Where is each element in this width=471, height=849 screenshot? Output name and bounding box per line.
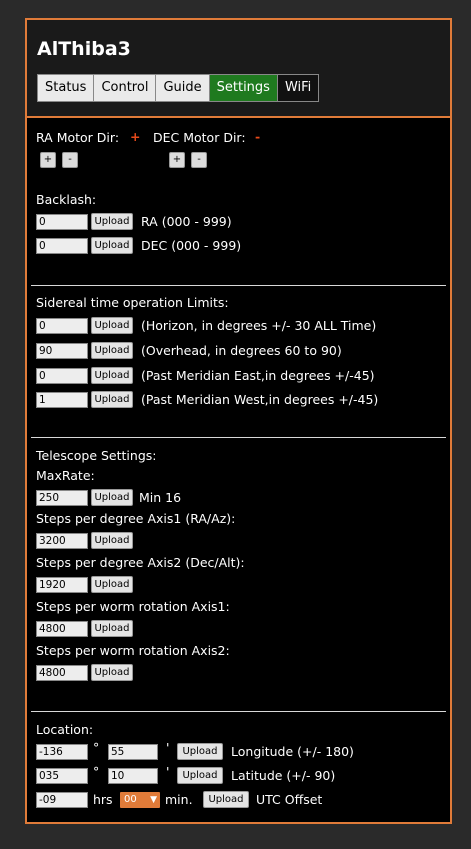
location-heading: Location: (36, 722, 94, 737)
backlash-dec-input[interactable]: 0 (36, 238, 88, 254)
utc-minutes-label: min. (165, 792, 193, 807)
utc-upload-button[interactable]: Upload (203, 791, 249, 808)
axis1-steps-upload-button[interactable]: Upload (91, 532, 133, 549)
utc-minutes-select[interactable]: 00 ▼ (120, 792, 160, 808)
ra-motor-dir-value: + (130, 129, 141, 144)
longitude-deg-input[interactable]: -136 (36, 744, 88, 760)
limit-horizon-input[interactable]: 0 (36, 318, 88, 334)
backlash-ra-upload-button[interactable]: Upload (91, 213, 133, 230)
settings-panel: RA Motor Dir: + DEC Motor Dir: - + - + -… (25, 116, 452, 824)
axis2-steps-label: Steps per degree Axis2 (Dec/Alt): (36, 555, 245, 570)
telescope-heading: Telescope Settings: (36, 448, 157, 463)
axis1-steps-label: Steps per degree Axis1 (RA/Az): (36, 511, 236, 526)
app-title: AlThiba3 (37, 38, 131, 60)
chevron-down-icon: ▼ (150, 795, 157, 805)
maxrate-upload-button[interactable]: Upload (91, 489, 133, 506)
limit-west-input[interactable]: 1 (36, 392, 88, 408)
degree-symbol: ° (93, 740, 100, 755)
limit-overhead-upload-button[interactable]: Upload (91, 342, 133, 359)
section-divider (31, 437, 446, 438)
latitude-min-input[interactable]: 10 (108, 768, 158, 784)
worm2-steps-input[interactable]: 4800 (36, 665, 88, 681)
limits-heading: Sidereal time operation Limits: (36, 295, 229, 310)
utc-hours-label: hrs (93, 792, 113, 807)
worm2-steps-upload-button[interactable]: Upload (91, 664, 133, 681)
backlash-heading: Backlash: (36, 192, 97, 207)
backlash-dec-upload-button[interactable]: Upload (91, 237, 133, 254)
limit-east-desc: (Past Meridian East,in degrees +/-45) (141, 368, 375, 383)
backlash-ra-desc: RA (000 - 999) (141, 214, 232, 229)
limit-west-upload-button[interactable]: Upload (91, 391, 133, 408)
limit-overhead-input[interactable]: 90 (36, 343, 88, 359)
limit-horizon-upload-button[interactable]: Upload (91, 317, 133, 334)
degree-symbol: ° (93, 764, 100, 779)
limit-overhead-desc: (Overhead, in degrees 60 to 90) (141, 343, 342, 358)
section-divider (31, 711, 446, 712)
longitude-upload-button[interactable]: Upload (177, 743, 223, 760)
header: AlThiba3 Status Control Guide Settings W… (25, 18, 452, 116)
worm2-steps-label: Steps per worm rotation Axis2: (36, 643, 230, 658)
limit-horizon-desc: (Horizon, in degrees +/- 30 ALL Time) (141, 318, 377, 333)
latitude-deg-input[interactable]: 035 (36, 768, 88, 784)
utc-hours-input[interactable]: -09 (36, 792, 88, 808)
utc-desc: UTC Offset (256, 792, 323, 807)
dec-dir-plus-button[interactable]: + (169, 152, 185, 168)
section-divider (31, 285, 446, 286)
maxrate-input[interactable]: 250 (36, 490, 88, 506)
latitude-desc: Latitude (+/- 90) (231, 768, 336, 783)
longitude-desc: Longitude (+/- 180) (231, 744, 354, 759)
tab-status[interactable]: Status (38, 75, 95, 101)
axis2-steps-input[interactable]: 1920 (36, 577, 88, 593)
minute-symbol: ' (166, 740, 170, 755)
worm1-steps-label: Steps per worm rotation Axis1: (36, 599, 230, 614)
tab-settings[interactable]: Settings (209, 75, 278, 101)
worm1-steps-upload-button[interactable]: Upload (91, 620, 133, 637)
dec-motor-dir-label: DEC Motor Dir: (153, 130, 246, 145)
limit-east-input[interactable]: 0 (36, 368, 88, 384)
maxrate-label: MaxRate: (36, 468, 95, 483)
limit-east-upload-button[interactable]: Upload (91, 367, 133, 384)
backlash-ra-input[interactable]: 0 (36, 214, 88, 230)
backlash-dec-desc: DEC (000 - 999) (141, 238, 242, 253)
maxrate-desc: Min 16 (139, 490, 182, 505)
tab-guide[interactable]: Guide (156, 75, 210, 101)
tab-bar: Status Control Guide Settings WiFi (37, 74, 320, 102)
dec-dir-minus-button[interactable]: - (191, 152, 207, 168)
axis2-steps-upload-button[interactable]: Upload (91, 576, 133, 593)
ra-motor-dir-label: RA Motor Dir: (36, 130, 120, 145)
ra-dir-plus-button[interactable]: + (40, 152, 56, 168)
longitude-min-input[interactable]: 55 (108, 744, 158, 760)
utc-minutes-value: 00 (124, 794, 137, 805)
worm1-steps-input[interactable]: 4800 (36, 621, 88, 637)
ra-dir-minus-button[interactable]: - (62, 152, 78, 168)
axis1-steps-input[interactable]: 3200 (36, 533, 88, 549)
tab-wifi[interactable]: WiFi (277, 75, 319, 101)
minute-symbol: ' (166, 764, 170, 779)
latitude-upload-button[interactable]: Upload (177, 767, 223, 784)
tab-control[interactable]: Control (94, 75, 157, 101)
dec-motor-dir-value: - (255, 129, 261, 144)
limit-west-desc: (Past Meridian West,in degrees +/-45) (141, 392, 379, 407)
